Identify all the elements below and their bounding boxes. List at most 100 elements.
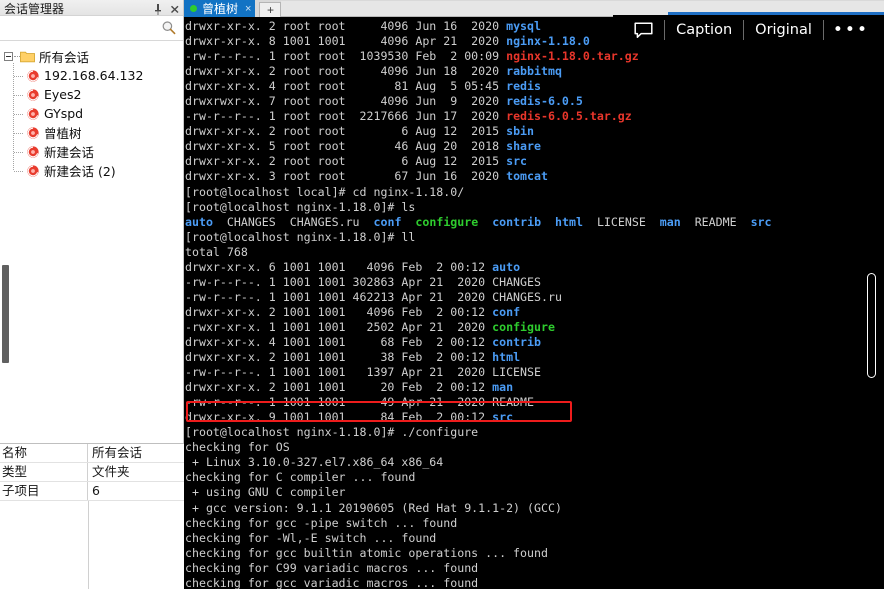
session-item-2[interactable]: GYspd	[9, 104, 183, 123]
session-manager-sidebar: 会话管理器 所有会话 192.168.64.132 Eyes2 GYspd 曾植…	[0, 0, 184, 589]
session-label: 新建会话 (2)	[44, 164, 116, 179]
terminal-line: checking for C99 variadic macros ... fou…	[185, 560, 479, 575]
tree-connector	[14, 109, 26, 119]
tab-label: 曾植树	[202, 1, 239, 16]
session-label: 192.168.64.132	[44, 68, 144, 83]
terminal-line: checking for gcc builtin atomic operatio…	[185, 545, 548, 560]
terminal-line: + gcc version: 9.1.1 20190605 (Red Hat 9…	[185, 500, 562, 515]
property-row: 类型 文件夹	[0, 463, 184, 482]
overlay-progress-bar[interactable]	[668, 12, 884, 15]
terminal-output[interactable]: drwxr-xr-x. 2 root root 4096 Jun 16 2020…	[184, 17, 884, 589]
terminal-line: [root@localhost nginx-1.18.0]# ls	[185, 199, 416, 214]
panel-header-tools	[153, 4, 180, 15]
panel-title: 会话管理器	[4, 2, 65, 16]
tab-active-session[interactable]: 曾植树 ×	[184, 0, 256, 17]
terminal-line: -rw-r--r--. 1 root root 2217666 Jun 17 2…	[185, 109, 632, 124]
terminal-line: -rw-r--r--. 1 1001 1001 1397 Apr 21 2020…	[185, 365, 541, 380]
terminal-line: drwxr-xr-x. 2 root root 6 Aug 12 2015 sb…	[185, 124, 535, 139]
original-button[interactable]: Original	[744, 16, 823, 44]
tree-connector	[14, 166, 26, 176]
property-key: 子项目	[0, 482, 88, 500]
session-search-row[interactable]	[0, 16, 183, 41]
session-icon	[26, 88, 40, 102]
sidebar-scrollbar-thumb[interactable]	[2, 265, 9, 363]
property-value: 所有会话	[92, 445, 143, 460]
terminal-line: [root@localhost local]# cd nginx-1.18.0/	[185, 184, 465, 199]
tree-connector	[14, 128, 26, 138]
session-tree: 所有会话 192.168.64.132 Eyes2 GYspd 曾植树 新建会话…	[0, 41, 183, 180]
property-value: 文件夹	[92, 464, 130, 479]
overlay-control-bar: Caption Original •••	[613, 15, 884, 45]
session-item-1[interactable]: Eyes2	[9, 85, 183, 104]
pin-icon[interactable]	[153, 4, 163, 15]
tab-close-icon[interactable]: ×	[245, 3, 251, 14]
session-icon	[26, 145, 40, 159]
tree-root-label: 所有会话	[39, 50, 90, 65]
speech-bubble-icon[interactable]	[623, 16, 664, 44]
terminal-line: drwxr-xr-x. 2 1001 1001 4096 Feb 2 00:12…	[185, 304, 521, 319]
terminal-line: [root@localhost nginx-1.18.0]# ll	[185, 229, 416, 244]
terminal-line: + using GNU C compiler	[185, 485, 346, 500]
session-icon	[26, 126, 40, 140]
tree-connector	[14, 90, 26, 100]
terminal-line: drwxr-xr-x. 5 root root 46 Aug 20 2018 s…	[185, 139, 541, 154]
terminal-line: total 768	[185, 244, 248, 259]
tree-root-all-sessions[interactable]: 所有会话	[0, 47, 183, 66]
search-icon[interactable]	[161, 20, 176, 35]
new-tab-button[interactable]: +	[259, 2, 282, 17]
session-item-3[interactable]: 曾植树	[9, 123, 183, 142]
terminal-line: -rwxr-xr-x. 1 1001 1001 2502 Apr 21 2020…	[185, 319, 555, 334]
session-label: GYspd	[44, 106, 84, 121]
terminal-line: drwxr-xr-x. 2 1001 1001 20 Feb 2 00:12 m…	[185, 380, 514, 395]
properties-empty-area	[0, 501, 184, 589]
more-options-icon[interactable]: •••	[824, 16, 876, 44]
terminal-line: drwxr-xr-x. 2 1001 1001 38 Feb 2 00:12 h…	[185, 350, 521, 365]
app-root: 会话管理器 所有会话 192.168.64.132 Eyes2 GYspd 曾植…	[0, 0, 884, 589]
tree-children: 192.168.64.132 Eyes2 GYspd 曾植树 新建会话 新建会话…	[0, 63, 183, 180]
terminal-line: checking for gcc variadic macros ... fou…	[185, 575, 479, 589]
property-key: 类型	[0, 463, 88, 481]
terminal-line: drwxr-xr-x. 4 root root 81 Aug 5 05:45 r…	[185, 79, 541, 94]
property-row: 子项目 6	[0, 482, 184, 501]
tree-connector	[14, 147, 26, 157]
terminal-line: drwxr-xr-x. 4 1001 1001 68 Feb 2 00:12 c…	[185, 334, 541, 349]
terminal-line: drwxr-xr-x. 9 1001 1001 84 Feb 2 00:12 s…	[185, 410, 514, 425]
session-label: 新建会话	[44, 145, 95, 160]
session-manager-header: 会话管理器	[0, 0, 183, 16]
terminal-line: checking for C compiler ... found	[185, 470, 416, 485]
session-item-0[interactable]: 192.168.64.132	[9, 66, 183, 85]
session-icon	[26, 107, 40, 121]
properties-panel: 名称 所有会话 类型 文件夹 子项目 6	[0, 443, 184, 589]
tree-connector	[14, 71, 26, 81]
tree-collapse-toggle-icon[interactable]	[4, 52, 13, 61]
terminal-line: checking for -Wl,-E switch ... found	[185, 530, 437, 545]
terminal-scrollbar-thumb[interactable]	[867, 273, 876, 378]
terminal-line: -rw-r--r--. 1 1001 1001 49 Apr 21 2020 R…	[185, 395, 535, 410]
caption-button[interactable]: Caption	[665, 16, 743, 44]
terminal-line: -rw-r--r--. 1 1001 1001 302863 Apr 21 20…	[185, 274, 541, 289]
terminal-line: drwxr-xr-x. 3 root root 67 Jun 16 2020 t…	[185, 169, 548, 184]
terminal-line: checking for OS	[185, 440, 290, 455]
close-icon[interactable]	[170, 4, 180, 15]
terminal-area: 曾植树 × + drwxr-xr-x. 2 root root 4096 Jun…	[184, 0, 884, 589]
property-value: 6	[92, 483, 100, 498]
session-label: Eyes2	[44, 87, 82, 102]
terminal-line: + Linux 3.10.0-327.el7.x86_64 x86_64	[185, 455, 444, 470]
terminal-line: drwxr-xr-x. 2 root root 4096 Jun 18 2020…	[185, 64, 562, 79]
terminal-line: drwxr-xr-x. 2 root root 6 Aug 12 2015 sr…	[185, 154, 528, 169]
terminal-line: drwxr-xr-x. 6 1001 1001 4096 Feb 2 00:12…	[185, 259, 521, 274]
terminal-text: drwxr-xr-x. 2 root root 4096 Jun 16 2020…	[185, 19, 884, 589]
terminal-line: -rw-r--r--. 1 root root 1039530 Feb 2 00…	[185, 49, 639, 64]
terminal-line: drwxrwxr-x. 7 root root 4096 Jun 9 2020 …	[185, 94, 583, 109]
session-item-5[interactable]: 新建会话 (2)	[9, 161, 183, 180]
session-label: 曾植树	[44, 126, 82, 141]
terminal-line: checking for gcc -pipe switch ... found	[185, 515, 458, 530]
terminal-line: auto CHANGES CHANGES.ru conf configure c…	[185, 214, 772, 229]
session-icon	[26, 164, 40, 178]
session-icon	[26, 69, 40, 83]
connection-status-dot-icon	[190, 5, 197, 12]
folder-icon	[20, 50, 35, 63]
property-key: 名称	[0, 444, 88, 462]
session-item-4[interactable]: 新建会话	[9, 142, 183, 161]
terminal-line: -rw-r--r--. 1 1001 1001 462213 Apr 21 20…	[185, 289, 562, 304]
